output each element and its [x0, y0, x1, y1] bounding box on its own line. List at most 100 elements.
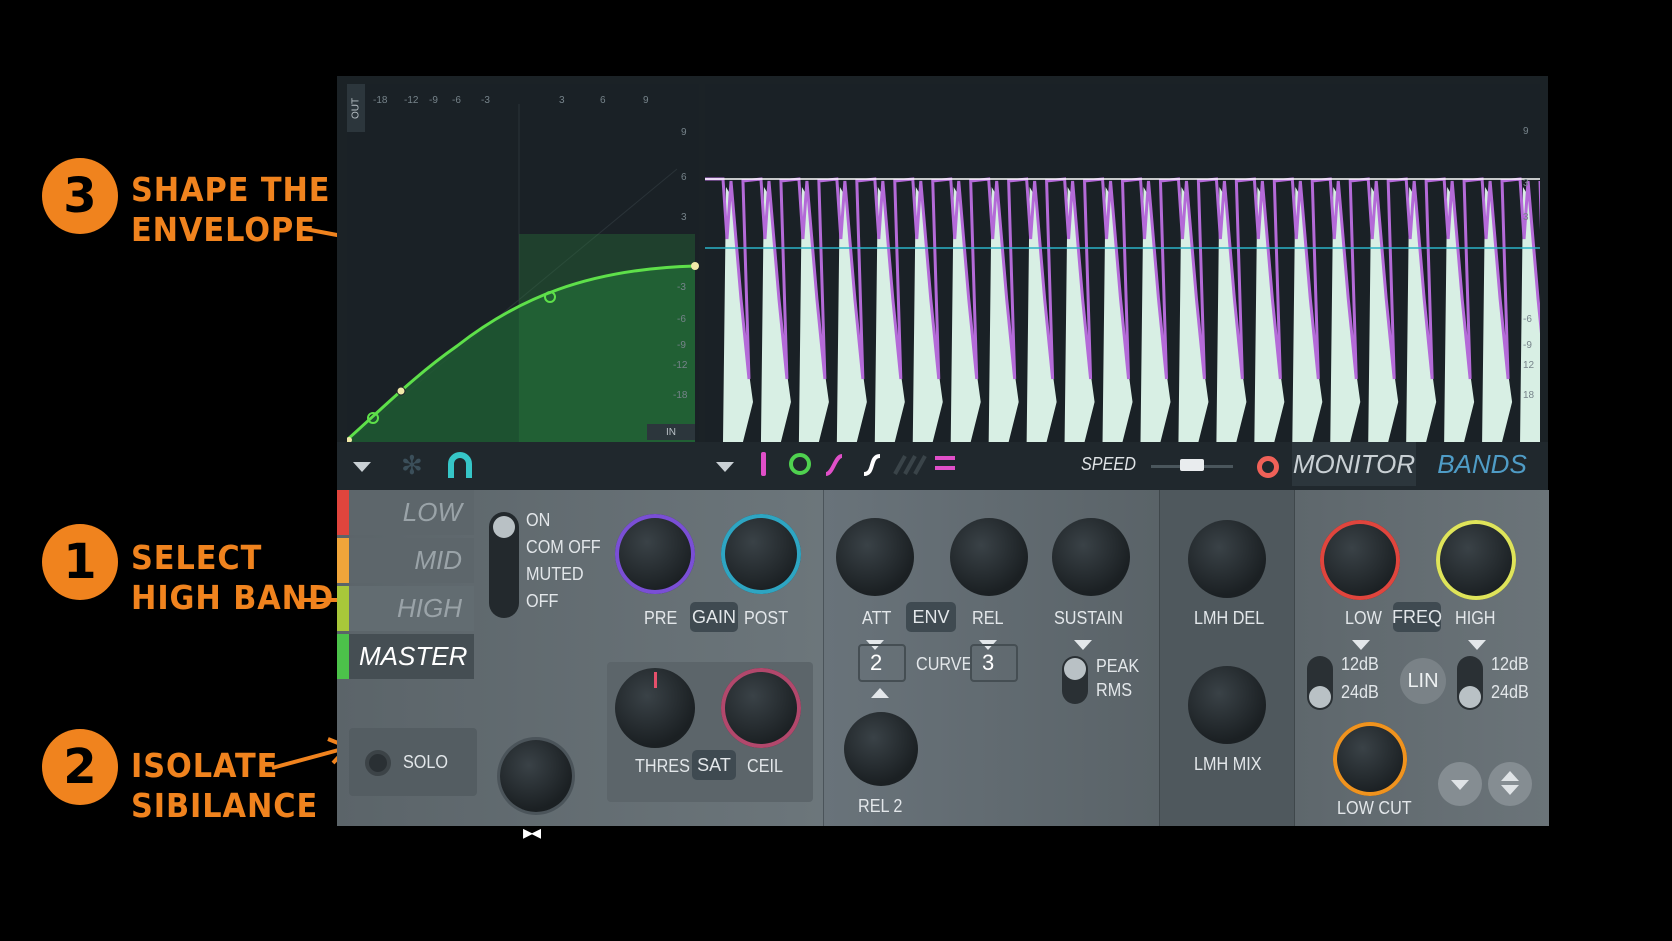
post-label: POST [744, 608, 789, 628]
low-cut-knob[interactable] [1333, 722, 1407, 796]
out-label: OUT [347, 84, 365, 132]
freq-pill: FREQ [1392, 602, 1442, 632]
chevron-down-icon [1501, 785, 1519, 795]
crossover-section: LOW FREQ HIGH 12dB 24dB LIN 12dB 24dB LO… [1294, 490, 1549, 826]
sustain-label: SUSTAIN [1054, 608, 1124, 628]
low-dropdown-icon[interactable] [1352, 640, 1370, 650]
curve-tool-icon[interactable] [823, 452, 845, 478]
y-tick: -3 [677, 282, 686, 293]
chevron-up-icon [1501, 771, 1519, 781]
record-icon[interactable] [1257, 456, 1279, 478]
y-tick: -9 [677, 340, 686, 351]
lin-button[interactable]: LIN [1400, 658, 1446, 704]
sustain-dropdown-icon[interactable] [1074, 640, 1092, 650]
speed-slider-handle[interactable] [1180, 459, 1204, 471]
chevron-down-icon[interactable] [716, 462, 734, 472]
magnet-icon[interactable] [447, 452, 473, 480]
envelope-graph[interactable]: OUT IN -18 -12 -9 -6 -3 3 6 9 9 6 3 -3 -… [347, 84, 699, 442]
lmh-del-knob[interactable] [1188, 520, 1266, 598]
waveform-display: 9 3 3 -6 -9 12 18 [705, 84, 1540, 442]
peak-rms-handle[interactable] [1064, 658, 1086, 680]
wave-tick: 9 [1523, 126, 1529, 137]
gain-pill: GAIN [690, 602, 738, 632]
band-tab-low[interactable]: LOW [337, 490, 474, 535]
low-freq-knob[interactable] [1320, 520, 1400, 600]
preset-arrows-button[interactable] [1488, 762, 1532, 806]
band-tab-high[interactable]: HIGH [337, 586, 474, 631]
post-knob[interactable] [721, 514, 801, 594]
pre-knob[interactable] [615, 514, 695, 594]
multi-curve-tool-icon[interactable] [893, 452, 927, 478]
y-tick: -18 [673, 390, 688, 401]
lmh-del-label: LMH DEL [1194, 608, 1265, 628]
pre-label: PRE [644, 608, 678, 628]
graph-toolbar: ✻ SPEED MONITOR BANDS [337, 442, 1548, 490]
step-1-line1: SELECT [131, 538, 263, 577]
wave-tick: 12 [1523, 360, 1535, 371]
bands-tab[interactable]: BANDS [1420, 442, 1544, 486]
curve-label: CURVE [916, 654, 973, 674]
stereo-knob[interactable] [500, 740, 572, 812]
chevron-down-icon[interactable] [353, 462, 371, 472]
band-tab-mid[interactable]: MID [337, 538, 474, 583]
att-label: ATT [862, 608, 892, 628]
speed-label: SPEED [1081, 454, 1136, 474]
high-freq-knob[interactable] [1436, 520, 1516, 600]
equals-icon[interactable] [935, 456, 955, 470]
x-tick: -9 [429, 95, 438, 106]
step-2-line2: SIBILANCE [131, 786, 319, 825]
low-12db: 12dB [1341, 654, 1379, 674]
step-3-line1: SHAPE THE [131, 170, 331, 209]
x-tick: 3 [559, 95, 565, 106]
solo-label: SOLO [403, 752, 449, 772]
high-slope-handle[interactable] [1459, 686, 1481, 708]
wave-tick: 3 [1523, 212, 1529, 223]
rel2-knob[interactable] [844, 712, 918, 786]
lmh-mix-knob[interactable] [1188, 666, 1266, 744]
rel2-label: REL 2 [858, 796, 903, 816]
thres-indicator [654, 672, 657, 688]
curve-right-stepper[interactable]: 3 [970, 644, 1018, 682]
step-1-badge: 1 [42, 524, 118, 600]
mode-on[interactable]: ON [526, 510, 550, 531]
sat-pill: SAT [692, 750, 736, 780]
low-24db: 24dB [1341, 682, 1379, 702]
band-tab-master[interactable]: MASTER [337, 634, 474, 679]
mode-muted[interactable]: MUTED [526, 564, 584, 585]
mode-off[interactable]: OFF [526, 591, 558, 612]
x-tick: -3 [481, 95, 490, 106]
lmh-mix-label: LMH MIX [1194, 754, 1262, 774]
x-tick: -12 [404, 95, 419, 106]
sustain-knob[interactable] [1052, 518, 1130, 596]
low-slope-handle[interactable] [1309, 686, 1331, 708]
stereo-width-icon: ▸◂ [523, 822, 541, 844]
mode-switch-handle[interactable] [493, 516, 515, 538]
solo-button[interactable] [365, 750, 391, 776]
snowflake-icon[interactable]: ✻ [401, 450, 423, 481]
y-tick: 9 [681, 127, 687, 138]
line-tool-icon[interactable] [761, 452, 766, 476]
y-tick: 3 [681, 212, 687, 223]
thres-label: THRES [635, 756, 690, 776]
band-panel: LOW MID HIGH MASTER SOLO ON COM OFF MUTE… [337, 490, 823, 844]
attack-knob[interactable] [836, 518, 914, 596]
high-dropdown-icon[interactable] [1468, 640, 1486, 650]
monitor-tab[interactable]: MONITOR [1292, 442, 1416, 486]
y-tick: -12 [673, 360, 688, 371]
envelope-curve-svg [347, 104, 699, 442]
ceil-knob[interactable] [721, 668, 801, 748]
curve-left-stepper[interactable]: 2 [858, 644, 906, 682]
wave-tick: -9 [1523, 340, 1532, 351]
ceil-label: CEIL [747, 756, 784, 776]
rel-label: REL [972, 608, 1004, 628]
rms-label: RMS [1096, 680, 1132, 700]
waveform-svg [705, 177, 1540, 442]
circle-tool-icon[interactable] [789, 453, 811, 475]
high-24db: 24dB [1491, 682, 1529, 702]
x-tick: -6 [452, 95, 461, 106]
in-label: IN [647, 424, 695, 440]
rel2-expand-icon[interactable] [871, 688, 889, 698]
release-knob[interactable] [950, 518, 1028, 596]
s-curve-tool-icon[interactable] [861, 452, 883, 478]
mode-com-off[interactable]: COM OFF [526, 537, 601, 558]
